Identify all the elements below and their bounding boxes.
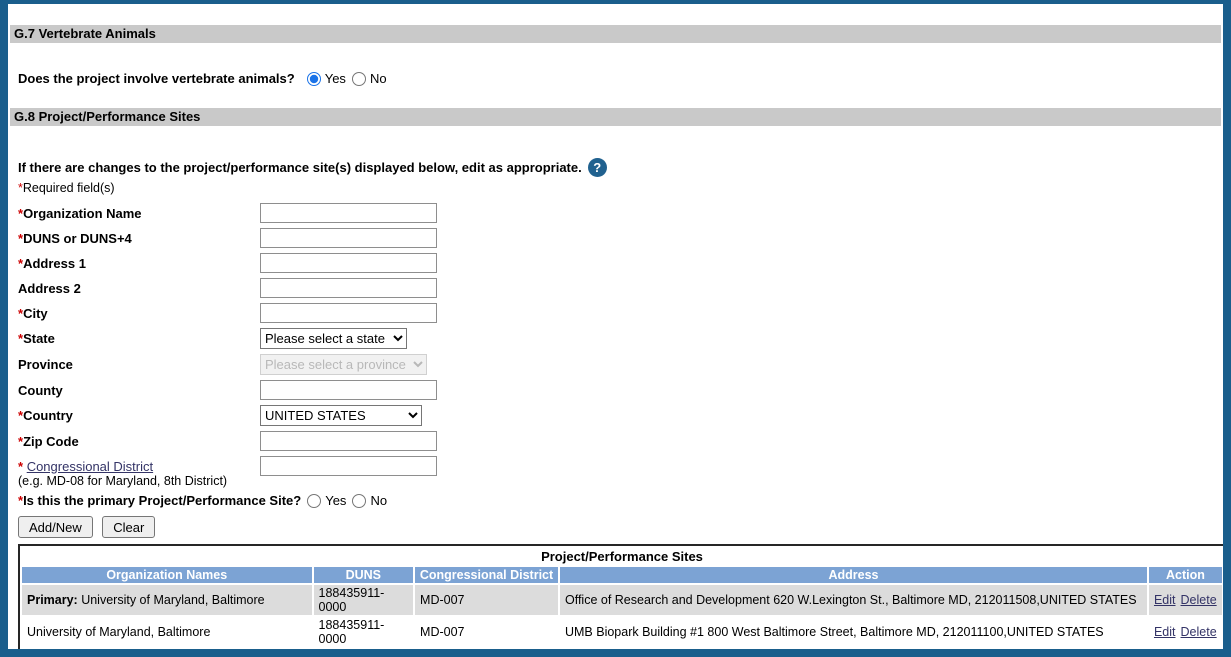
congressional-district-hint: (e.g. MD-08 for Maryland, 8th District) bbox=[18, 474, 228, 488]
delete-link[interactable]: Delete bbox=[1181, 625, 1217, 639]
action-cell: Edit Delete bbox=[1148, 617, 1222, 647]
city-label: *City bbox=[18, 306, 48, 321]
column-header-organization: Organization Names bbox=[22, 567, 312, 583]
district-cell: MD-007 bbox=[415, 617, 558, 647]
column-header-action: Action bbox=[1148, 567, 1222, 583]
required-note-text: Required field(s) bbox=[22, 181, 115, 195]
district-cell: MD-007 bbox=[415, 585, 558, 615]
g8-intro-row: If there are changes to the project/perf… bbox=[10, 158, 1221, 177]
form-row-address1: *Address 1 bbox=[18, 253, 1221, 273]
primary-site-no-radio[interactable] bbox=[352, 493, 367, 508]
primary-site-question-label: *Is this the primary Project/Performance… bbox=[18, 493, 302, 508]
primary-site-yes-label: Yes bbox=[325, 493, 347, 508]
help-icon[interactable]: ? bbox=[587, 158, 607, 177]
duns-cell: 645494167-0000 bbox=[314, 649, 414, 657]
form-row-province: Province Please select a province bbox=[18, 354, 1221, 375]
action-cell: Edit Delete bbox=[1148, 585, 1222, 615]
form-row-county: County bbox=[18, 380, 1221, 400]
country-select[interactable]: UNITED STATES bbox=[260, 405, 422, 426]
city-input[interactable] bbox=[260, 303, 437, 323]
section-header-g8: G.8 Project/Performance Sites bbox=[10, 108, 1221, 126]
address-cell: Office of Research and Development 620 W… bbox=[559, 585, 1147, 615]
address2-input[interactable] bbox=[260, 278, 437, 298]
column-header-address: Address bbox=[559, 567, 1147, 583]
g8-intro-text: If there are changes to the project/perf… bbox=[18, 160, 582, 175]
zip-label: *Zip Code bbox=[18, 434, 79, 449]
duns-input[interactable] bbox=[260, 228, 437, 248]
state-label: *State bbox=[18, 331, 55, 346]
section-header-g7: G.7 Vertebrate Animals bbox=[10, 25, 1221, 43]
sites-table-title-row: Project/Performance Sites bbox=[22, 548, 1222, 565]
vertebrate-no-radio[interactable] bbox=[351, 71, 366, 86]
address1-input[interactable] bbox=[260, 253, 437, 273]
table-row: National Centre of Excellence in Molecul… bbox=[22, 649, 1222, 657]
congressional-district-link[interactable]: Congressional District bbox=[27, 459, 153, 474]
page-frame: G.7 Vertebrate Animals Does the project … bbox=[0, 0, 1231, 657]
sites-table-header-row: Organization Names DUNS Congressional Di… bbox=[22, 567, 1222, 583]
sites-table-title: Project/Performance Sites bbox=[541, 549, 703, 564]
form-row-city: *City bbox=[18, 303, 1221, 323]
required-note: *Required field(s) bbox=[10, 181, 1221, 195]
organization-cell: National Centre of Excellence in Molecul… bbox=[22, 649, 312, 657]
page-content: G.7 Vertebrate Animals Does the project … bbox=[8, 25, 1223, 657]
province-label: Province bbox=[18, 357, 73, 372]
county-input[interactable] bbox=[260, 380, 437, 400]
site-form: *Organization Name *DUNS or DUNS+4 *Addr… bbox=[10, 203, 1221, 488]
primary-site-yes-radio[interactable] bbox=[307, 493, 322, 508]
delete-link[interactable]: Delete bbox=[1181, 593, 1217, 607]
sites-table: Project/Performance Sites Organization N… bbox=[18, 544, 1223, 657]
vertebrate-question-row: Does the project involve vertebrate anim… bbox=[10, 71, 1221, 86]
form-row-zip: *Zip Code bbox=[18, 431, 1221, 451]
district-cell bbox=[415, 649, 558, 657]
organization-name-label: *Organization Name bbox=[18, 206, 142, 221]
duns-cell: 188435911-0000 bbox=[313, 617, 414, 647]
add-new-button[interactable]: Add/New bbox=[18, 516, 93, 538]
form-row-address2: Address 2 bbox=[18, 278, 1221, 298]
form-row-country: *Country UNITED STATES bbox=[18, 405, 1221, 426]
vertebrate-yes-radio[interactable] bbox=[306, 71, 321, 86]
organization-name-input[interactable] bbox=[260, 203, 437, 223]
form-row-organization-name: *Organization Name bbox=[18, 203, 1221, 223]
clear-button[interactable]: Clear bbox=[102, 516, 156, 538]
form-row-duns: *DUNS or DUNS+4 bbox=[18, 228, 1221, 248]
section-title-g7: G.7 Vertebrate Animals bbox=[14, 26, 156, 41]
primary-site-no-label: No bbox=[370, 493, 388, 508]
vertebrate-yes-label: Yes bbox=[324, 71, 346, 86]
address1-label: *Address 1 bbox=[18, 256, 86, 271]
vertebrate-question-label: Does the project involve vertebrate anim… bbox=[18, 71, 295, 86]
address-cell: National Centre of Excellence in Molecul… bbox=[560, 649, 1147, 657]
edit-link[interactable]: Edit bbox=[1154, 625, 1176, 639]
province-select: Please select a province bbox=[260, 354, 427, 375]
address-cell: UMB Biopark Building #1 800 West Baltimo… bbox=[559, 617, 1147, 647]
edit-link[interactable]: Edit bbox=[1154, 593, 1176, 607]
table-row: University of Maryland, Baltimore 188435… bbox=[22, 617, 1222, 647]
organization-cell: Primary: University of Maryland, Baltimo… bbox=[22, 585, 312, 615]
vertebrate-no-label: No bbox=[369, 71, 387, 86]
primary-site-question-row: *Is this the primary Project/Performance… bbox=[10, 493, 1221, 508]
country-label: *Country bbox=[18, 408, 73, 423]
zip-input[interactable] bbox=[260, 431, 437, 451]
congressional-district-input[interactable] bbox=[260, 456, 437, 476]
table-row: Primary: University of Maryland, Baltimo… bbox=[22, 585, 1222, 615]
action-cell: EditDelete bbox=[1149, 649, 1222, 657]
state-select[interactable]: Please select a state bbox=[260, 328, 407, 349]
form-row-congressional-district: * Congressional District (e.g. MD-08 for… bbox=[18, 456, 1221, 488]
column-header-district: Congressional District bbox=[415, 567, 558, 583]
congressional-district-label: * Congressional District (e.g. MD-08 for… bbox=[18, 456, 260, 488]
duns-cell: 188435911-0000 bbox=[313, 585, 414, 615]
column-header-duns: DUNS bbox=[313, 567, 414, 583]
county-label: County bbox=[18, 383, 63, 398]
address2-label: Address 2 bbox=[18, 281, 81, 296]
section-title-g8: G.8 Project/Performance Sites bbox=[14, 109, 201, 124]
duns-label: *DUNS or DUNS+4 bbox=[18, 231, 132, 246]
organization-cell: University of Maryland, Baltimore bbox=[22, 617, 312, 647]
form-row-state: *State Please select a state bbox=[18, 328, 1221, 349]
button-row: Add/New Clear bbox=[10, 516, 1221, 538]
required-star: * bbox=[18, 459, 24, 474]
